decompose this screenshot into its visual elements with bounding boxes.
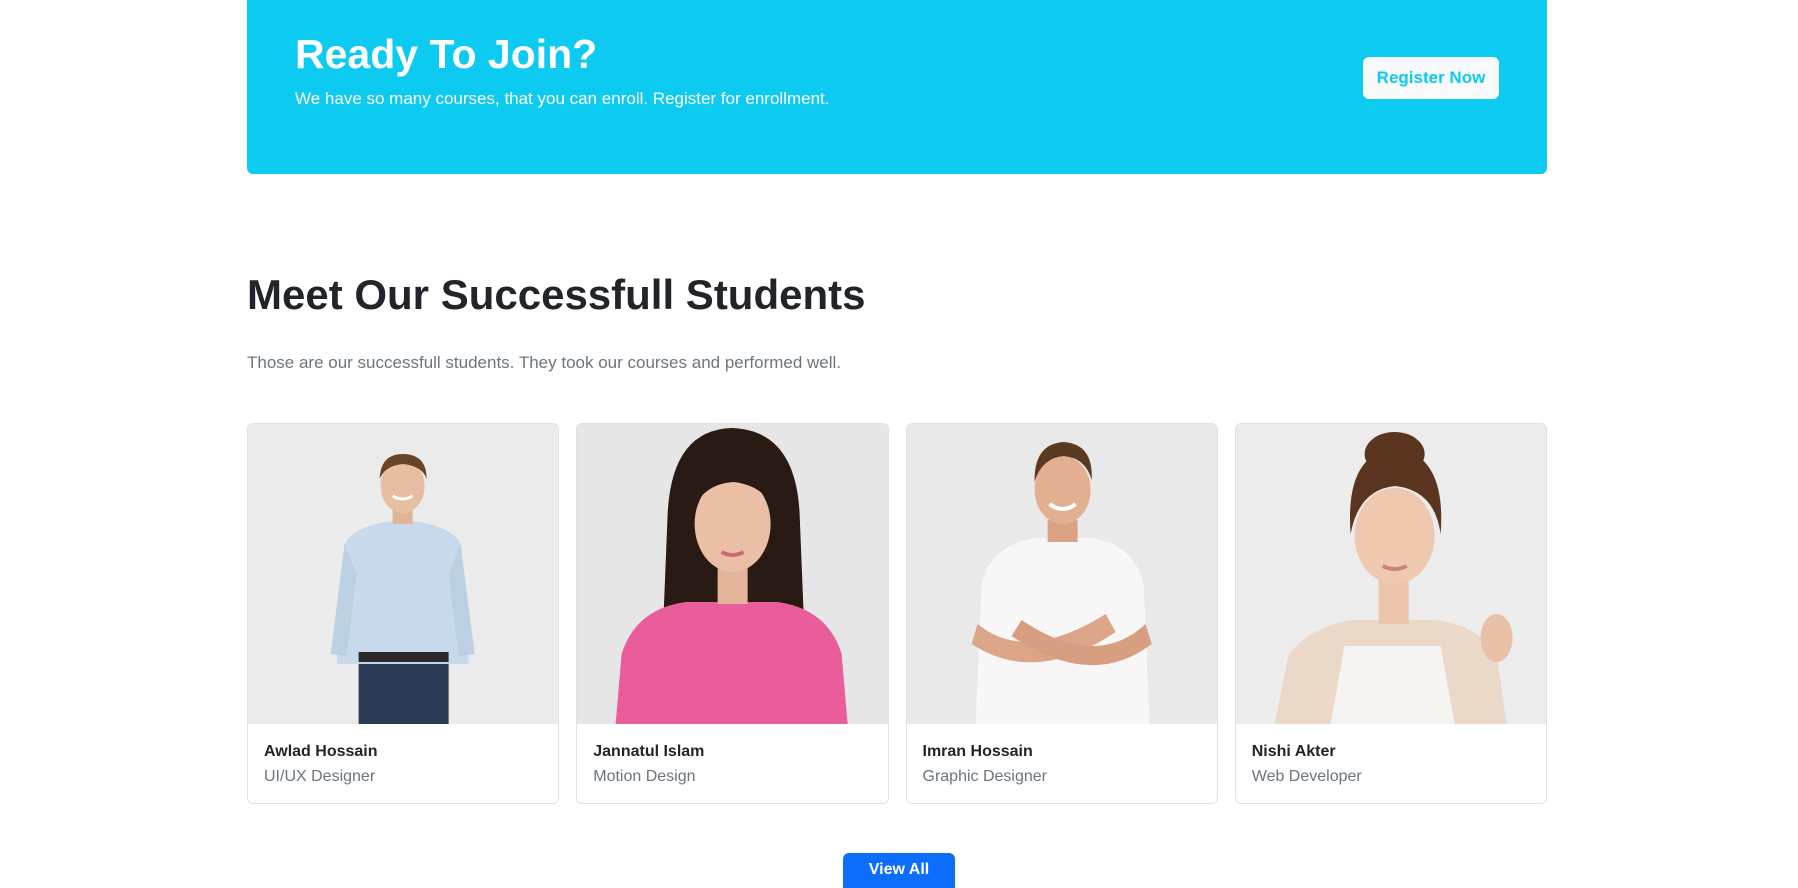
page: Ready To Join? We have so many courses, … (0, 0, 1798, 888)
student-name: Imran Hossain (922, 743, 1033, 760)
cta-banner: Ready To Join? We have so many courses, … (247, 0, 1547, 174)
student-role: Web Developer (1251, 767, 1362, 785)
student-card[interactable]: Nishi Akter Web Developer (1234, 423, 1547, 804)
student-name: Awlad Hossain (264, 743, 378, 760)
card-body: Nishi Akter Web Developer (1236, 724, 1546, 788)
student-photo (1235, 424, 1546, 724)
student-role: UI/UX Designer (264, 767, 376, 785)
cta-title: Ready To Join? (295, 31, 598, 77)
student-role: Graphic Designer (922, 767, 1048, 785)
register-now-button[interactable]: Register Now (1363, 57, 1499, 99)
student-card[interactable]: Jannatul Islam Motion Design (576, 423, 889, 804)
cta-subtitle: We have so many courses, that you can en… (295, 89, 830, 108)
student-photo (248, 424, 559, 724)
student-card[interactable]: Awlad Hossain UI/UX Designer (247, 423, 560, 804)
student-card[interactable]: Imran Hossain Graphic Designer (905, 423, 1218, 804)
section-subtitle: Those are our successfull students. They… (247, 353, 842, 372)
student-photo (906, 424, 1217, 724)
section-title: Meet Our Successfull Students (247, 271, 866, 318)
student-role: Motion Design (593, 767, 696, 785)
student-photo (577, 424, 888, 724)
student-name: Jannatul Islam (593, 743, 705, 760)
card-body: Awlad Hossain UI/UX Designer (248, 724, 558, 788)
view-all-button[interactable]: View All (843, 853, 955, 888)
student-name: Nishi Akter (1251, 743, 1336, 760)
student-cards: Awlad Hossain UI/UX Designer Jannatul Is… (247, 423, 1547, 804)
card-body: Imran Hossain Graphic Designer (907, 724, 1217, 788)
card-body: Jannatul Islam Motion Design (577, 724, 887, 788)
